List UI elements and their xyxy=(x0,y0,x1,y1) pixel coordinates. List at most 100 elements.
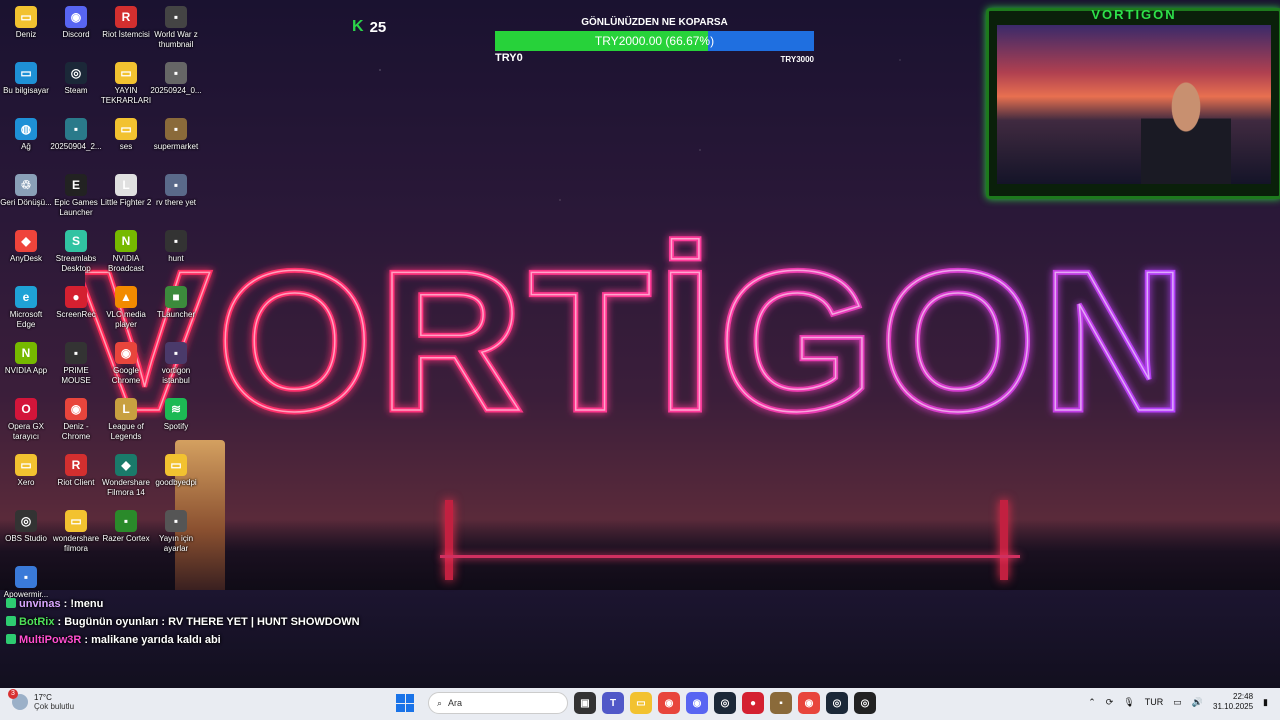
desktop-icon-glyph: ▪ xyxy=(65,342,87,364)
app-icon[interactable]: ▪ xyxy=(770,692,792,714)
desktop-icon[interactable]: ▭ Bu bilgisayar xyxy=(0,58,52,96)
desktop-icon-glyph: ▪ xyxy=(165,342,187,364)
desktop-icon[interactable]: ◍ Ağ xyxy=(0,114,52,152)
desktop-icon-label: 20250924_0... xyxy=(150,86,202,95)
desktop-icon[interactable]: O Opera GX tarayıcı xyxy=(0,394,52,442)
teams-icon[interactable]: T xyxy=(602,692,624,714)
desktop-icon[interactable]: ▪ Razer Cortex xyxy=(100,506,152,544)
desktop-icon-label: goodbyedpi xyxy=(155,478,197,487)
desktop-icon-glyph: ▪ xyxy=(165,6,187,28)
search-placeholder: Ara xyxy=(448,698,463,708)
desktop-icon[interactable]: ▪ Yayın için ayarlar xyxy=(150,506,202,554)
desktop-icon[interactable]: ▭ Xero xyxy=(0,450,52,488)
desktop-icon-glyph: ◎ xyxy=(65,62,87,84)
desktop-icon-glyph: N xyxy=(15,342,37,364)
desktop-icon[interactable]: ♲ Geri Dönüşü... xyxy=(0,170,52,208)
desktop-icon[interactable]: ▭ YAYIN TEKRARLARI xyxy=(100,58,152,106)
desktop-icon[interactable]: N NVIDIA Broadcast xyxy=(100,226,152,274)
desktop-icon-label: hunt xyxy=(168,254,184,263)
desktop-icon[interactable]: L League of Legends xyxy=(100,394,152,442)
desktop-icon[interactable]: ▪ supermarket xyxy=(150,114,202,152)
desktop-icon[interactable]: ▪ hunt xyxy=(150,226,202,264)
clock-time: 22:48 xyxy=(1233,692,1254,701)
desktop-icon[interactable]: ▪ 20250924_0... xyxy=(150,58,202,96)
desktop-icon-glyph: L xyxy=(115,398,137,420)
sync-icon[interactable]: ⟳ xyxy=(1106,697,1114,708)
language-indicator[interactable]: TUR xyxy=(1145,697,1164,707)
chrome-icon[interactable]: ◉ xyxy=(658,692,680,714)
clock[interactable]: 22:48 31.10.2025 xyxy=(1213,692,1253,712)
chat-message: unvinas : !menu xyxy=(6,598,360,610)
start-button[interactable] xyxy=(396,694,414,712)
desktop-icon[interactable]: ◉ Google Chrome xyxy=(100,338,152,386)
desktop-icon-label: Yayın için ayarlar xyxy=(158,534,194,553)
desktop-icon[interactable]: ▪ rv there yet xyxy=(150,170,202,208)
desktop-icon-label: Deniz - Chrome xyxy=(61,422,91,441)
desktop-icon-label: World War z thumbnail xyxy=(154,30,198,49)
chrome-profile-icon[interactable]: ◉ xyxy=(798,692,820,714)
desktop-icon-label: PRIME MOUSE xyxy=(61,366,91,385)
screenrec-icon[interactable]: ● xyxy=(742,692,764,714)
desktop-icon[interactable]: ◆ Wondershare Filmora 14 xyxy=(100,450,152,498)
chat-badge-icon xyxy=(6,634,16,644)
desktop-icon-label: NVIDIA Broadcast xyxy=(107,254,145,273)
desktop-icon[interactable]: ≋ Spotify xyxy=(150,394,202,432)
desktop-icon[interactable]: ◉ Deniz - Chrome xyxy=(50,394,102,442)
desktop-icon[interactable]: ● ScreenRec xyxy=(50,282,102,320)
desktop-icon[interactable]: ▪ Apowermir... xyxy=(0,562,52,600)
task-view-icon[interactable]: ▣ xyxy=(574,692,596,714)
desktop-icon[interactable]: e Microsoft Edge xyxy=(0,282,52,330)
desktop-icon-glyph: ■ xyxy=(165,286,187,308)
chat-message: MultiPow3R : malikane yarıda kaldı abi xyxy=(6,634,360,646)
desktop-icon[interactable]: S Streamlabs Desktop xyxy=(50,226,102,274)
volume-icon[interactable]: 🔊 xyxy=(1192,697,1203,708)
desktop-icon-glyph: ● xyxy=(65,286,87,308)
desktop-icon-glyph: R xyxy=(115,6,137,28)
notification-icon[interactable]: ▮ xyxy=(1263,697,1268,708)
chevron-up-icon[interactable]: ⌃ xyxy=(1088,697,1096,708)
chat-username: BotRix xyxy=(19,616,55,628)
desktop-icon[interactable]: E Epic Games Launcher xyxy=(50,170,102,218)
desktop-icon-label: Spotify xyxy=(163,422,189,431)
desktop-icon[interactable]: ▭ ses xyxy=(100,114,152,152)
desktop-icon[interactable]: ▭ Deniz xyxy=(0,2,52,40)
file-explorer-icon[interactable]: ▭ xyxy=(630,692,652,714)
steam-icon[interactable]: ◎ xyxy=(714,692,736,714)
desktop-icon[interactable]: ◎ Steam xyxy=(50,58,102,96)
desktop-icon[interactable]: ▭ wondershare filmora xyxy=(50,506,102,554)
network-icon[interactable]: ▭ xyxy=(1173,697,1182,708)
desktop-icon[interactable]: L Little Fighter 2 xyxy=(100,170,152,208)
desktop-icon[interactable]: N NVIDIA App xyxy=(0,338,52,376)
desktop-icon-label: Deniz xyxy=(15,30,37,39)
steam-alt-icon[interactable]: ◎ xyxy=(826,692,848,714)
desktop-icon[interactable]: ■ TLauncher xyxy=(150,282,202,320)
desktop-icon-glyph: ◉ xyxy=(65,6,87,28)
desktop-icon[interactable]: R Riot Client xyxy=(50,450,102,488)
desktop-icon[interactable]: ◎ OBS Studio xyxy=(0,506,52,544)
search-box[interactable]: ⌕ Ara xyxy=(428,692,568,714)
desktop-icon[interactable]: R Riot İstemcisi xyxy=(100,2,152,40)
kick-icon: K xyxy=(352,18,364,35)
desktop-icon-glyph: ▭ xyxy=(165,454,187,476)
discord-icon[interactable]: ◉ xyxy=(686,692,708,714)
desktop-icon[interactable]: ▪ 20250904_2... xyxy=(50,114,102,152)
desktop-icon[interactable]: ▲ VLC media player xyxy=(100,282,152,330)
obs-icon[interactable]: ◎ xyxy=(854,692,876,714)
desktop-icon[interactable]: ◉ Discord xyxy=(50,2,102,40)
cloud-icon xyxy=(8,689,28,710)
desktop-icon[interactable]: ▪ vortigon istanbul xyxy=(150,338,202,386)
desktop-icon[interactable]: ◆ AnyDesk xyxy=(0,226,52,264)
desktop-icon-glyph: ◍ xyxy=(15,118,37,140)
desktop-icon-label: YAYIN TEKRARLARI xyxy=(100,86,152,105)
desktop-icon-glyph: ▪ xyxy=(165,174,187,196)
desktop-icon[interactable]: ▭ goodbyedpi xyxy=(150,450,202,488)
chat-text: : malikane yarıda kaldı abi xyxy=(81,634,221,646)
desktop-icon[interactable]: ▪ PRIME MOUSE xyxy=(50,338,102,386)
desktop-icon-label: Razer Cortex xyxy=(102,534,150,543)
desktop-icon[interactable]: ▪ World War z thumbnail xyxy=(150,2,202,50)
microphone-icon[interactable]: 🎙 xyxy=(1123,697,1134,708)
desktop-icon-glyph: L xyxy=(115,174,137,196)
taskbar: 17°C Çok bulutlu ⌕ Ara ▣ T ▭ ◉ ◉ ◎ ● ▪ ◉… xyxy=(0,688,1280,720)
weather-widget[interactable]: 17°C Çok bulutlu xyxy=(8,689,74,711)
goal-end-amount: TRY3000 xyxy=(780,55,815,64)
